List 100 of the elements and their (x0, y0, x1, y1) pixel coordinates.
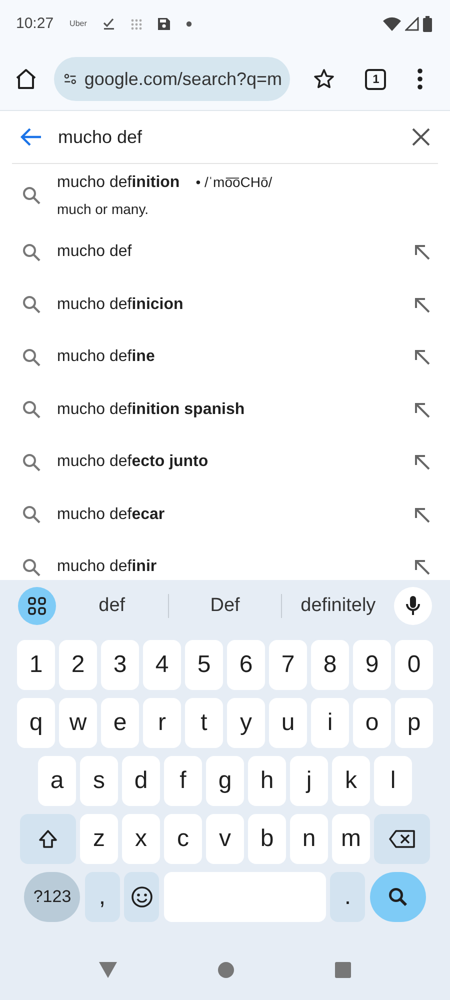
arrow-up-left-icon[interactable] (414, 559, 430, 576)
arrow-up-left-icon[interactable] (414, 506, 430, 523)
symbols-key[interactable]: ?123 (24, 872, 80, 922)
search-icon (22, 186, 41, 204)
key[interactable]: g (206, 756, 244, 806)
key[interactable]: r (143, 698, 181, 748)
shift-key[interactable] (20, 814, 76, 864)
key[interactable]: 8 (311, 640, 349, 690)
key[interactable]: m (332, 814, 370, 864)
arrow-up-left-icon[interactable] (414, 454, 430, 470)
key[interactable]: o (353, 698, 391, 748)
back-triangle-icon[interactable] (98, 962, 117, 978)
suggestion-text: mucho defecto junto (57, 452, 208, 472)
key[interactable]: i (311, 698, 349, 748)
key[interactable]: n (290, 814, 328, 864)
word-suggestion[interactable]: definitely (282, 592, 394, 620)
key[interactable]: l (374, 756, 412, 806)
search-bar[interactable]: mucho def (0, 110, 450, 163)
key[interactable]: u (269, 698, 307, 748)
backspace-icon (389, 830, 416, 848)
suggestion-item[interactable]: mucho definition spanish (0, 384, 450, 436)
address-bar[interactable]: google.com/search?q=m (54, 57, 290, 101)
save-icon (158, 18, 170, 30)
tune-icon (64, 71, 76, 87)
app-label: Uber (70, 18, 87, 30)
key[interactable]: a (38, 756, 76, 806)
suggestion-item[interactable]: mucho definition • /ˈmo͞oCHō/ much or many. (0, 164, 450, 226)
check-icon (102, 18, 115, 30)
signal-icon (405, 17, 419, 31)
suggestion-item[interactable]: mucho definir (0, 541, 450, 580)
pronunciation: • /ˈmo͞oCHō/ (196, 172, 272, 192)
back-arrow-icon[interactable] (20, 128, 42, 146)
suggestion-text: mucho define (57, 347, 155, 368)
arrow-up-left-icon[interactable] (414, 296, 430, 313)
word-suggestion[interactable]: def (56, 592, 168, 620)
key[interactable]: p (395, 698, 433, 748)
key[interactable]: v (206, 814, 244, 864)
key[interactable]: k (332, 756, 370, 806)
suggestion-item[interactable]: mucho define (0, 331, 450, 384)
close-icon[interactable] (412, 128, 430, 146)
search-field[interactable]: mucho def (58, 124, 358, 150)
key[interactable]: q (17, 698, 55, 748)
suggestion-text: mucho definicion (57, 294, 184, 315)
key[interactable]: 6 (227, 640, 265, 690)
search-key[interactable] (370, 872, 426, 922)
key[interactable]: x (122, 814, 160, 864)
suggestion-text: mucho def (57, 242, 132, 262)
key[interactable]: s (80, 756, 118, 806)
key[interactable]: j (290, 756, 328, 806)
search-icon (22, 242, 41, 262)
suggestion-text: mucho defecar (57, 504, 165, 525)
key[interactable]: t (185, 698, 223, 748)
search-icon (22, 505, 41, 524)
suggestion-item[interactable]: mucho def (0, 226, 450, 278)
smiley-icon (130, 886, 153, 908)
backspace-key[interactable] (374, 814, 430, 864)
key[interactable]: 7 (269, 640, 307, 690)
tab-count[interactable]: 1 (365, 68, 386, 90)
key[interactable]: 3 (101, 640, 139, 690)
suggestion-text: mucho definition spanish (57, 400, 245, 420)
key[interactable]: , (84, 872, 120, 922)
suggestion-item[interactable]: mucho defecar (0, 488, 450, 541)
key[interactable]: b (248, 814, 286, 864)
key[interactable]: 2 (59, 640, 97, 690)
more-icon[interactable] (416, 68, 423, 90)
key[interactable]: 9 (353, 640, 391, 690)
key[interactable]: d (122, 756, 160, 806)
key[interactable]: f (164, 756, 202, 806)
key[interactable]: . (330, 872, 366, 922)
suggestion-text: mucho definir (57, 557, 157, 578)
apps-grid-icon[interactable] (18, 587, 56, 625)
key[interactable]: 1 (17, 640, 55, 690)
suggestion-text: mucho definition (57, 172, 180, 192)
suggestion-item[interactable]: mucho defecto junto (0, 436, 450, 488)
search-icon (22, 348, 41, 367)
emoji-key[interactable] (124, 872, 160, 922)
key[interactable]: 5 (185, 640, 223, 690)
key[interactable]: 0 (395, 640, 433, 690)
key[interactable]: e (101, 698, 139, 748)
suggestion-item[interactable]: mucho definicion (0, 278, 450, 331)
arrow-up-left-icon[interactable] (414, 244, 430, 260)
arrow-up-left-icon[interactable] (414, 402, 430, 418)
battery-icon (423, 16, 432, 32)
key[interactable]: h (248, 756, 286, 806)
microphone-icon[interactable] (394, 587, 432, 625)
grid-icon (130, 18, 142, 30)
recents-square-icon[interactable] (335, 962, 352, 978)
key[interactable]: z (80, 814, 118, 864)
word-suggestion[interactable]: Def (169, 592, 281, 620)
search-icon (22, 452, 41, 472)
home-circle-icon[interactable] (218, 962, 234, 978)
key[interactable]: 4 (143, 640, 181, 690)
key[interactable]: c (164, 814, 202, 864)
definition-text: much or many. (57, 200, 150, 219)
status-time: 10:27 (16, 14, 54, 34)
key[interactable]: y (227, 698, 265, 748)
arrow-up-left-icon[interactable] (414, 349, 430, 366)
star-icon[interactable] (313, 68, 336, 90)
key[interactable]: w (59, 698, 97, 748)
home-icon[interactable] (14, 67, 38, 91)
